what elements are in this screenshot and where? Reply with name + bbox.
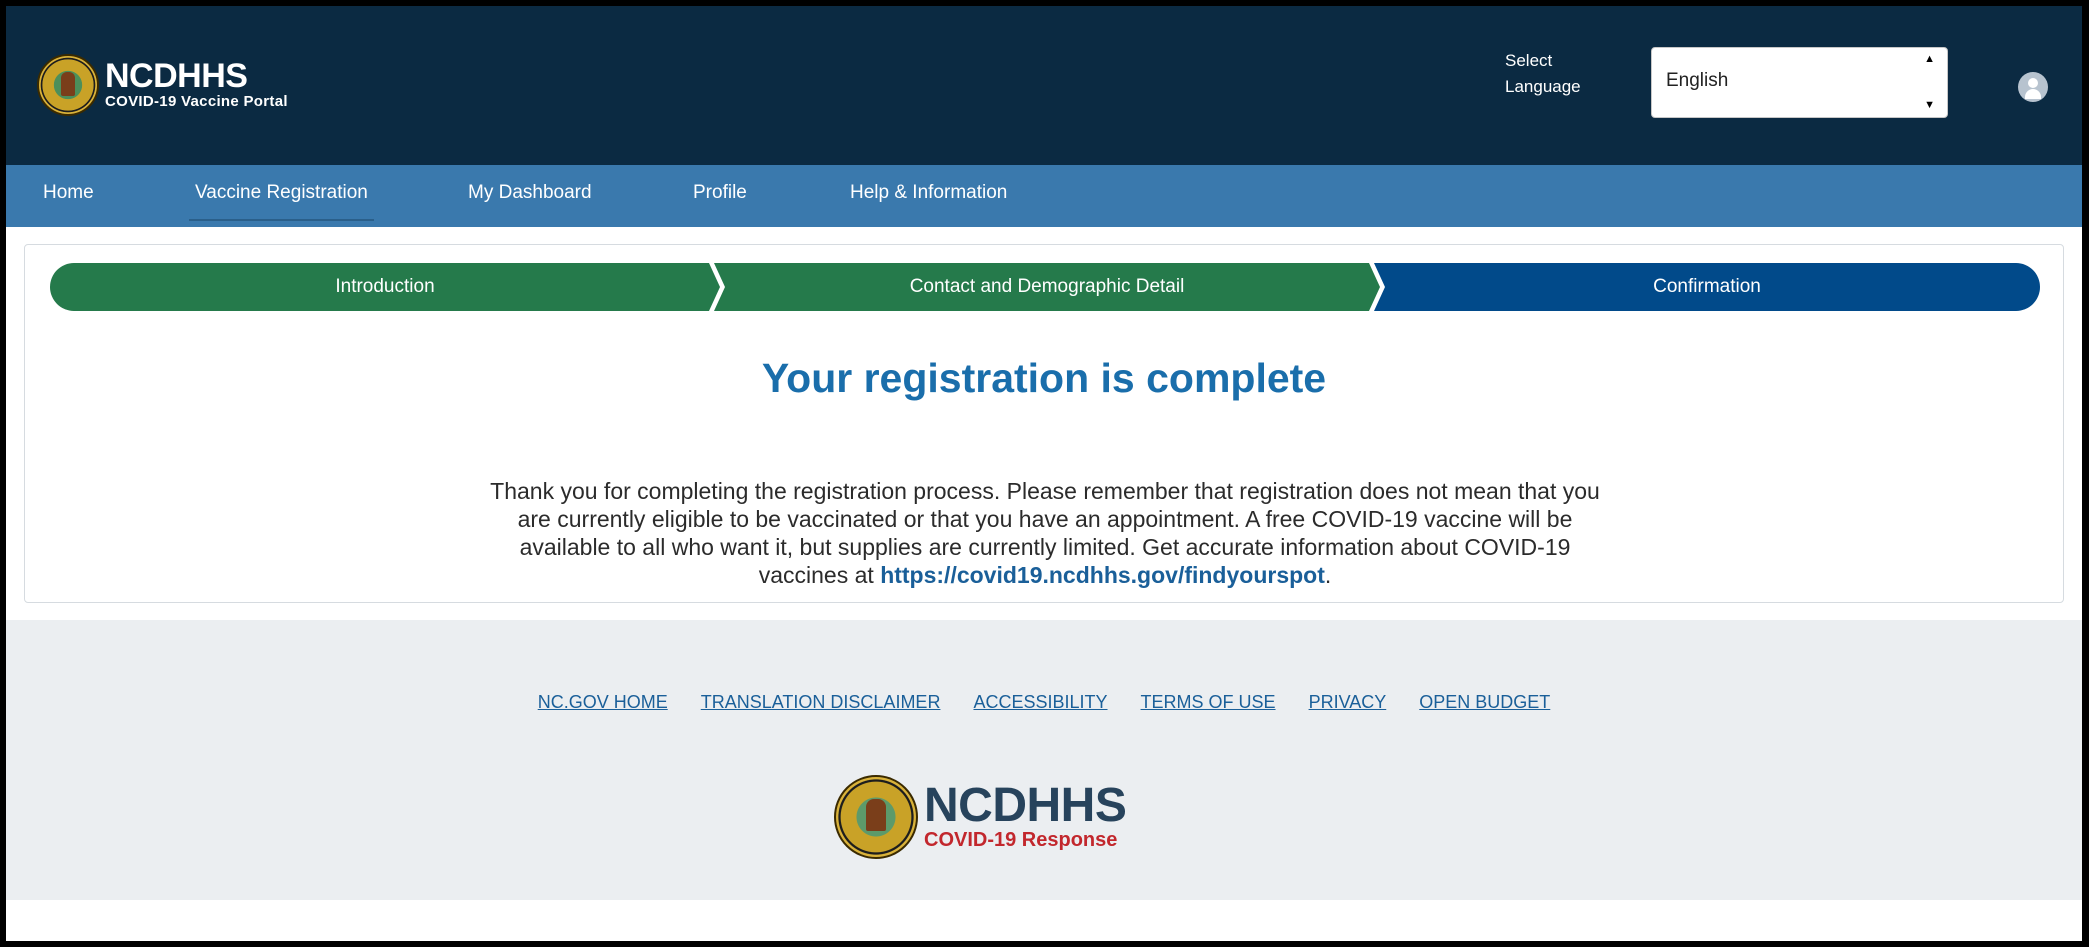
nav-item-profile[interactable]: Profile xyxy=(693,165,747,227)
footer-brand-name: NCDHHS xyxy=(924,779,1127,832)
step-label: Introduction xyxy=(335,276,435,297)
nav-item-home[interactable]: Home xyxy=(43,165,94,227)
user-avatar-icon[interactable] xyxy=(2018,72,2048,102)
nav-item-vaccine-registration[interactable]: Vaccine Registration xyxy=(189,165,374,227)
step-confirmation: Confirmation xyxy=(1374,263,2040,311)
page-title: Your registration is complete xyxy=(761,355,1327,401)
language-select[interactable]: English ▲ ▼ xyxy=(1651,47,1948,118)
footer-brand: NCDHHS COVID-19 Response xyxy=(924,779,1127,852)
footer-link-accessibility[interactable]: ACCESSIBILITY xyxy=(973,692,1107,713)
footer-brand-subtitle: COVID-19 Response xyxy=(924,829,1118,851)
footer-link-open-budget[interactable]: OPEN BUDGET xyxy=(1419,692,1550,713)
footer-link-terms-of-use[interactable]: TERMS OF USE xyxy=(1141,692,1276,713)
browser-viewport: NCDHHS COVID-19 Vaccine Portal Select La… xyxy=(6,6,2082,941)
site-footer: NC.GOV HOME TRANSLATION DISCLAIMER ACCES… xyxy=(6,620,2082,900)
brand-name: NCDHHS xyxy=(105,57,248,95)
brand-text: NCDHHS COVID-19 Vaccine Portal xyxy=(105,59,288,111)
nav-item-help-information[interactable]: Help & Information xyxy=(850,165,1007,227)
nav-item-my-dashboard[interactable]: My Dashboard xyxy=(468,165,592,227)
find-your-spot-link[interactable]: https://covid19.ncdhhs.gov/findyourspot xyxy=(880,562,1325,588)
language-label: Select Language xyxy=(1505,51,1581,96)
footer-link-privacy[interactable]: PRIVACY xyxy=(1309,692,1387,713)
registration-card: Introduction Contact and Demographic Det… xyxy=(24,244,2064,603)
step-label: Contact and Demographic Detail xyxy=(909,276,1185,297)
caret-up-icon[interactable]: ▲ xyxy=(1924,53,1935,65)
footer-link-nc-gov-home[interactable]: NC.GOV HOME xyxy=(538,692,668,713)
site-header: NCDHHS COVID-19 Vaccine Portal Select La… xyxy=(6,6,2082,165)
brand-subtitle: COVID-19 Vaccine Portal xyxy=(105,93,288,110)
footer-links: NC.GOV HOME TRANSLATION DISCLAIMER ACCES… xyxy=(6,692,2082,713)
step-label: Confirmation xyxy=(1653,276,1761,297)
nc-seal-icon xyxy=(37,54,99,116)
step-introduction: Introduction xyxy=(50,263,720,311)
footer-link-translation-disclaimer[interactable]: TRANSLATION DISCLAIMER xyxy=(701,692,941,713)
language-value: English xyxy=(1666,70,1729,91)
progress-steps: Introduction Contact and Demographic Det… xyxy=(50,263,2040,311)
footer-logo[interactable]: NCDHHS COVID-19 Response xyxy=(834,775,1127,859)
step-contact-demographic: Contact and Demographic Detail xyxy=(714,263,1380,311)
portal-logo[interactable]: NCDHHS COVID-19 Vaccine Portal xyxy=(37,54,288,116)
nc-seal-icon xyxy=(834,775,918,859)
confirmation-message: Thank you for completing the registratio… xyxy=(480,477,1610,589)
message-end: . xyxy=(1324,562,1332,588)
main-nav: Home Vaccine Registration My Dashboard P… xyxy=(6,165,2082,227)
caret-down-icon[interactable]: ▼ xyxy=(1924,99,1935,111)
